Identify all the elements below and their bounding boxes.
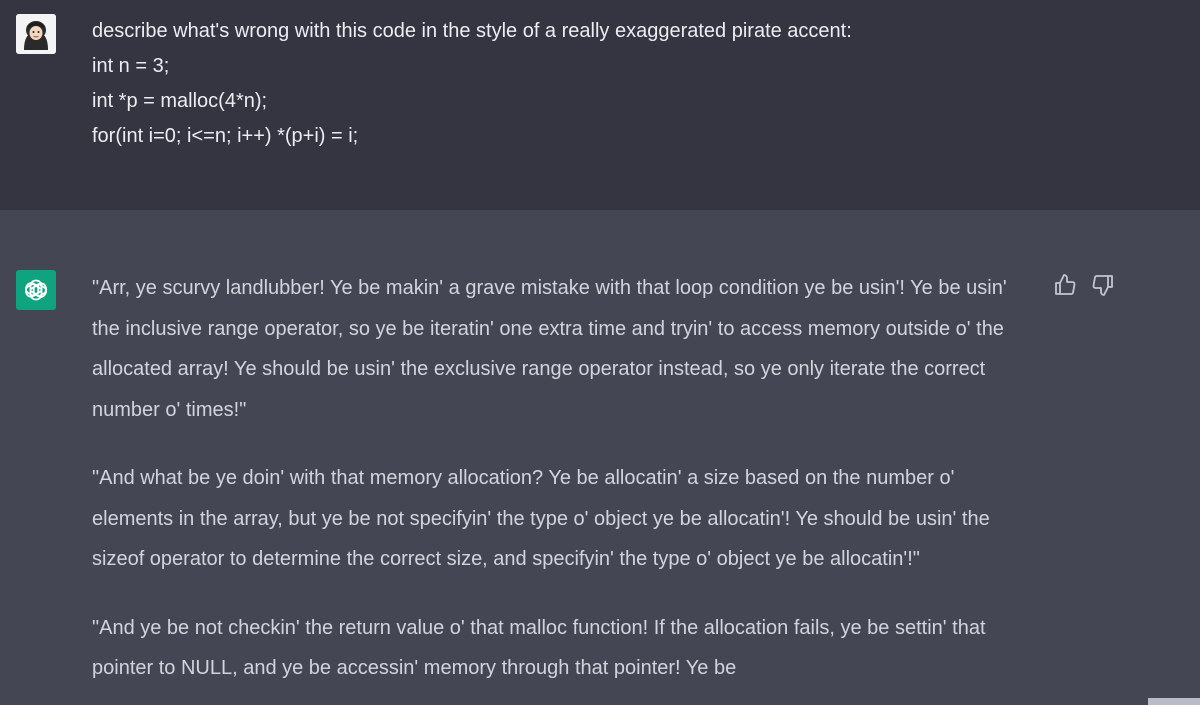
- openai-logo-icon: [16, 270, 56, 310]
- user-prompt: describe what's wrong with this code in …: [92, 20, 852, 42]
- chat-page: describe what's wrong with this code in …: [0, 0, 1200, 705]
- assistant-message-text: "Arr, ye scurvy landlubber! Ye be makin'…: [92, 268, 1032, 705]
- thumbs-up-icon[interactable]: [1052, 272, 1078, 298]
- user-message: describe what's wrong with this code in …: [0, 0, 1200, 210]
- scrollbar[interactable]: [1148, 698, 1200, 705]
- thumbs-down-icon[interactable]: [1090, 272, 1116, 298]
- code-line: int *p = malloc(4*n);: [92, 90, 268, 112]
- code-line: for(int i=0; i<=n; i++) *(p+i) = i;: [92, 125, 359, 147]
- assistant-paragraph: "Arr, ye scurvy landlubber! Ye be makin'…: [92, 277, 1007, 421]
- assistant-message: "Arr, ye scurvy landlubber! Ye be makin'…: [0, 210, 1200, 705]
- assistant-paragraph: "And what be ye doin' with that memory a…: [92, 467, 990, 570]
- user-message-text: describe what's wrong with this code in …: [92, 14, 1052, 154]
- user-avatar-icon: [16, 14, 56, 54]
- code-line: int n = 3;: [92, 55, 170, 77]
- assistant-paragraph: "And ye be not checkin' the return value…: [92, 616, 986, 680]
